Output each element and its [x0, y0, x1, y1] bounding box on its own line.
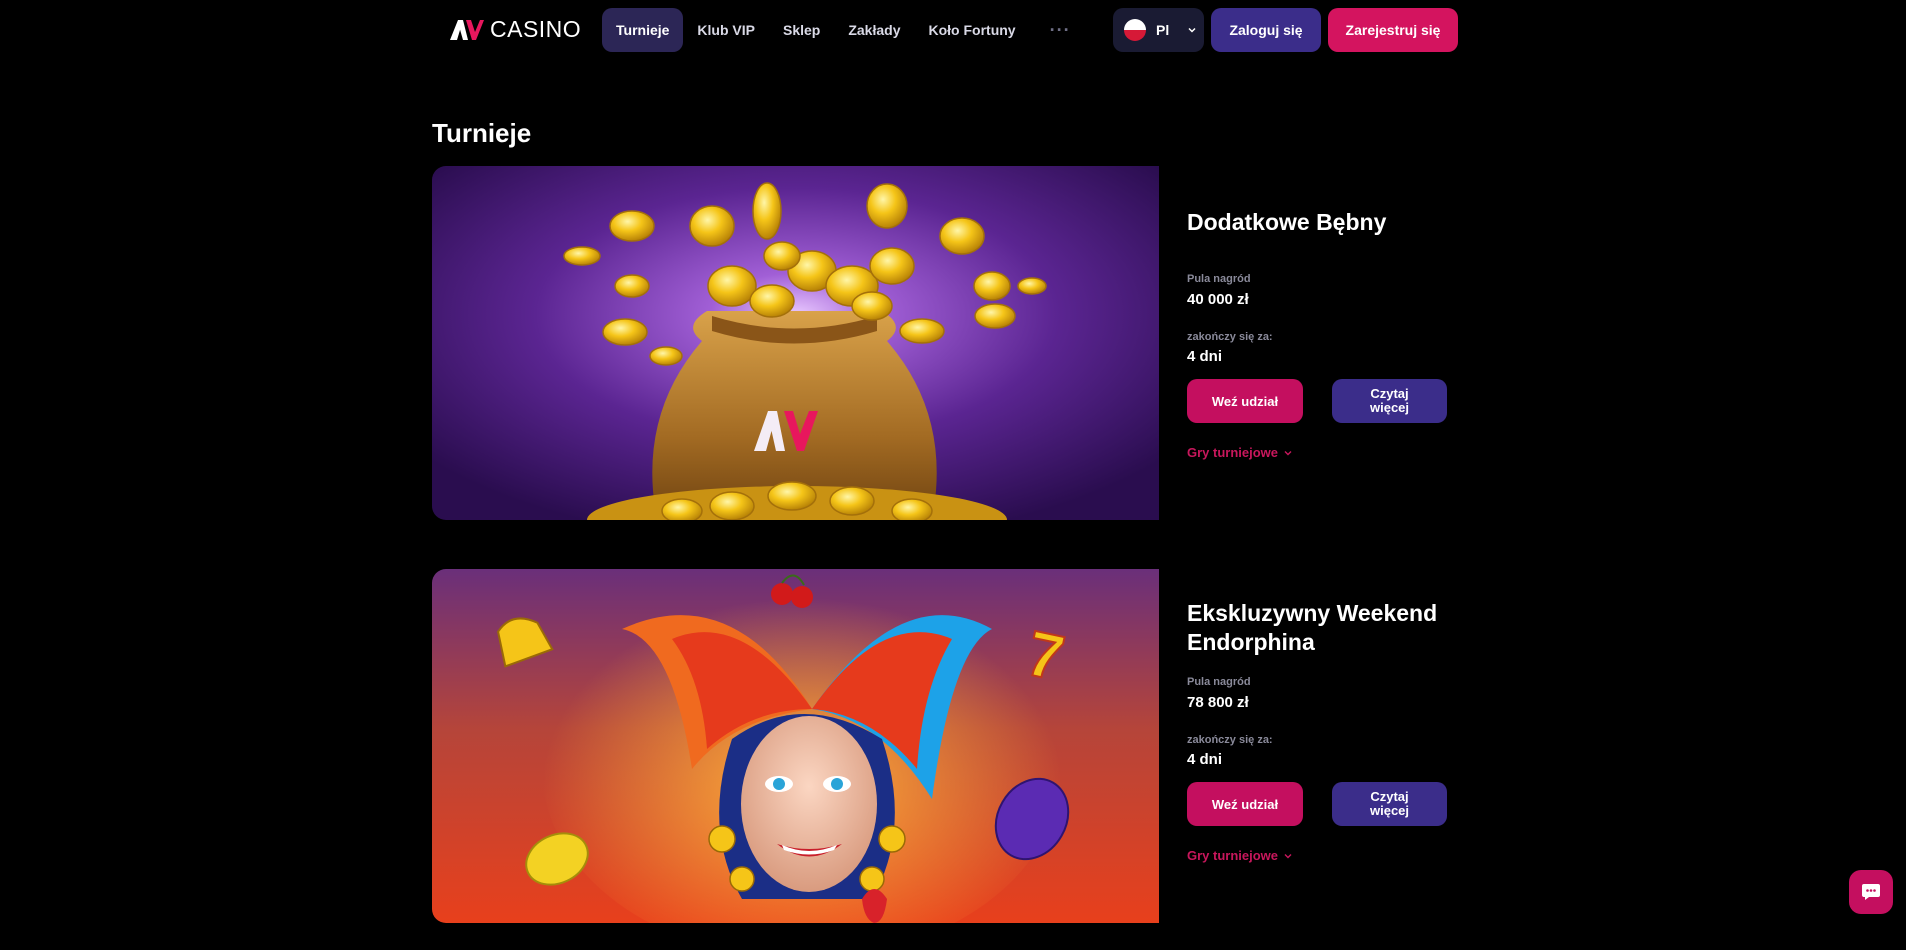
prize-pool-value: 78 800 zł	[1187, 694, 1249, 711]
tournament-banner-jester[interactable]: 7	[432, 569, 1159, 923]
read-more-button[interactable]: Czytaj więcej	[1332, 782, 1447, 826]
logo-mark-icon	[450, 20, 484, 40]
language-label: Pl	[1156, 22, 1170, 38]
join-button[interactable]: Weź udział	[1187, 782, 1303, 826]
chat-icon	[1862, 884, 1880, 900]
tournament-title: Ekskluzywny Weekend Endorphina	[1187, 600, 1438, 655]
ends-in-label: zakończy się za:	[1187, 734, 1273, 746]
nav-item-zaklady[interactable]: Zakłady	[834, 8, 914, 52]
nav-item-kolo-fortuny[interactable]: Koło Fortuny	[914, 8, 1029, 52]
logo-text: CASINO	[490, 15, 582, 42]
prize-pool-label: Pula nagród	[1187, 676, 1251, 688]
more-menu-icon[interactable]: ···	[1030, 8, 1085, 52]
main-nav: Turnieje Klub VIP Sklep Zakłady Koło For…	[602, 8, 1085, 52]
tournament-games-label: Gry turniejowe	[1187, 848, 1279, 863]
tournament-games-label: Gry turniejowe	[1187, 445, 1279, 460]
poland-flag-icon	[1124, 19, 1146, 41]
jester-slot-image: 7	[432, 569, 1159, 923]
prize-pool-label: Pula nagród	[1187, 273, 1251, 285]
live-chat-button[interactable]	[1849, 870, 1893, 914]
tournament-card: Dodatkowe Bębny Pula nagród 40 000 zł za…	[432, 166, 1462, 520]
tournament-card: 7 Ekskluzywny Weekend Endorphina Pula na…	[432, 569, 1462, 923]
ends-in-value: 4 dni	[1187, 751, 1223, 768]
nav-item-klub-vip[interactable]: Klub VIP	[683, 8, 769, 52]
tournament-banner-coin-sack[interactable]	[432, 166, 1159, 520]
ends-in-label: zakończy się za:	[1187, 331, 1273, 343]
join-button[interactable]: Weź udział	[1187, 379, 1303, 423]
prize-pool-value: 40 000 zł	[1187, 291, 1249, 308]
top-header: CASINO Turnieje Klub VIP Sklep Zakłady K…	[0, 0, 1906, 58]
nav-item-turnieje[interactable]: Turnieje	[602, 8, 684, 52]
casino-logo[interactable]: CASINO	[450, 14, 581, 44]
read-more-button[interactable]: Czytaj więcej	[1332, 379, 1447, 423]
tournament-title: Dodatkowe Bębny	[1187, 209, 1387, 235]
coin-sack-image	[432, 166, 1159, 520]
chevron-down-icon	[1284, 853, 1292, 858]
nav-item-sklep[interactable]: Sklep	[769, 8, 834, 52]
page-title: Turnieje	[432, 118, 532, 148]
chevron-down-icon	[1284, 450, 1292, 455]
ends-in-value: 4 dni	[1187, 348, 1223, 365]
tournament-info: Ekskluzywny Weekend Endorphina Pula nagr…	[1187, 569, 1462, 923]
register-button[interactable]: Zarejestruj się	[1328, 8, 1458, 52]
chevron-down-icon	[1188, 27, 1196, 33]
language-selector[interactable]: Pl	[1113, 8, 1204, 52]
tournament-games-toggle[interactable]: Gry turniejowe	[1187, 848, 1292, 863]
tournament-info: Dodatkowe Bębny Pula nagród 40 000 zł za…	[1187, 166, 1462, 520]
tournament-games-toggle[interactable]: Gry turniejowe	[1187, 445, 1292, 460]
login-button[interactable]: Zaloguj się	[1211, 8, 1321, 52]
